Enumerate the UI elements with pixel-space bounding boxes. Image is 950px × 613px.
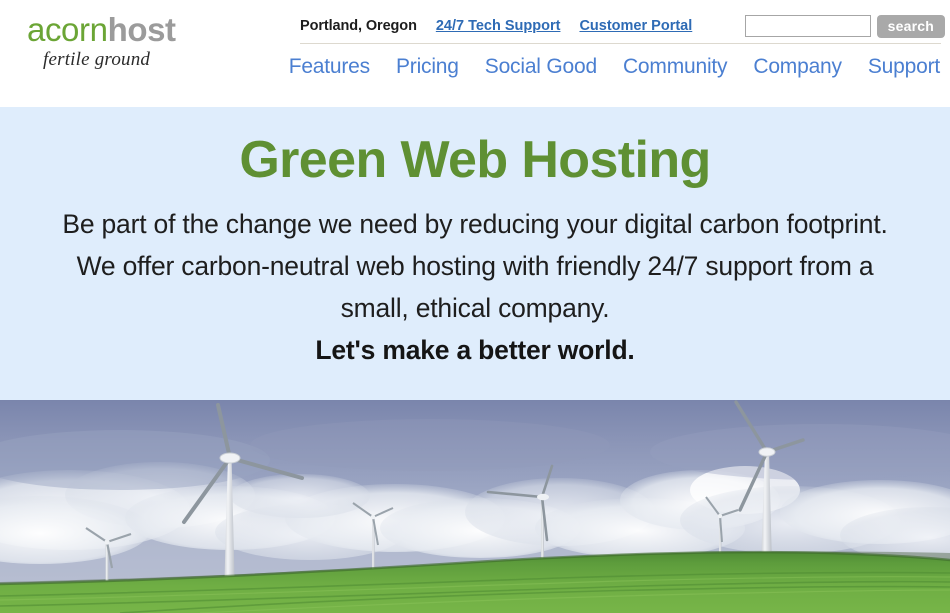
tech-support-link[interactable]: 24/7 Tech Support: [436, 18, 561, 34]
nav-item-company[interactable]: Company: [753, 55, 842, 79]
site-header: acornhost fertile ground Portland, Orego…: [0, 0, 950, 107]
search-form: search: [744, 14, 945, 38]
hero-image-wind-turbines: [0, 400, 950, 613]
logo-word-host: host: [107, 11, 176, 48]
nav-item-pricing[interactable]: Pricing: [396, 55, 459, 79]
page-title: Green Web Hosting: [239, 131, 711, 189]
logo-word-acorn: acorn: [27, 11, 108, 48]
nav-item-community[interactable]: Community: [623, 55, 728, 79]
site-logo[interactable]: acornhost fertile ground: [27, 13, 277, 71]
logo-wordmark: acornhost: [27, 13, 277, 46]
page-root: acornhost fertile ground Portland, Orego…: [0, 0, 950, 613]
hero-paragraph: Be part of the change we need by reducin…: [62, 209, 888, 324]
header-divider: [300, 43, 941, 44]
nav-item-features[interactable]: Features: [289, 55, 370, 79]
search-button[interactable]: search: [876, 14, 945, 38]
search-input[interactable]: [744, 15, 871, 37]
location-label: Portland, Oregon: [300, 18, 417, 34]
customer-portal-link[interactable]: Customer Portal: [579, 18, 692, 34]
hero-section: Green Web Hosting Be part of the change …: [0, 107, 950, 400]
hero-tagline: Let's make a better world.: [315, 335, 635, 366]
logo-tagline: fertile ground: [43, 49, 151, 70]
main-navigation: Features Pricing Social Good Community C…: [289, 55, 945, 79]
utility-bar: Portland, Oregon 24/7 Tech Support Custo…: [300, 12, 945, 40]
nav-item-support[interactable]: Support: [868, 55, 940, 79]
wind-farm-illustration: [0, 400, 950, 613]
nav-item-social-good[interactable]: Social Good: [485, 55, 597, 79]
